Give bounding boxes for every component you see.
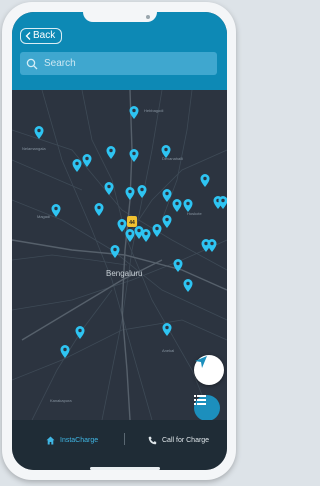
app-screen: Back Search Hebbagodi Nelamangala Devana… (12, 12, 227, 470)
place-label: Hoskote (187, 211, 202, 216)
pin-center-dot (165, 191, 169, 196)
search-input[interactable] (42, 57, 206, 70)
home-indicator (90, 467, 160, 470)
place-label: Anekal (162, 348, 174, 353)
phone-icon (148, 436, 157, 444)
charging-station-pin[interactable] (207, 239, 217, 252)
camera-dot (146, 15, 150, 19)
pin-center-dot (210, 241, 214, 246)
pin-center-dot (128, 231, 132, 236)
pin-center-dot (78, 328, 82, 333)
navigation-arrow-icon (195, 356, 207, 368)
tab-call-for-charge-label: Call for Charge (162, 436, 210, 444)
pin-center-dot (132, 108, 136, 113)
pin-center-dot (63, 347, 67, 352)
tab-insta-charge-label: InstaCharge (60, 436, 99, 444)
charging-station-pin[interactable] (183, 279, 193, 292)
charging-station-pin[interactable] (94, 203, 104, 216)
highway-shield: 44 (127, 216, 137, 227)
charging-station-pin[interactable] (34, 126, 44, 139)
list-icon (194, 395, 206, 405)
highway-shield-number: 44 (129, 220, 135, 226)
pin-center-dot (140, 187, 144, 192)
pin-center-dot (97, 205, 101, 210)
pin-center-dot (165, 325, 169, 330)
chevron-left-icon (25, 32, 31, 40)
place-label: Kanakapura (50, 398, 72, 403)
charging-station-pin[interactable] (137, 185, 147, 198)
phone-frame: Back Search Hebbagodi Nelamangala Devana… (2, 2, 236, 480)
tab-call-for-charge[interactable]: Call for Charge (148, 432, 209, 448)
charging-station-pin[interactable] (162, 215, 172, 228)
pin-center-dot (203, 176, 207, 181)
charging-station-pin[interactable] (117, 219, 127, 232)
pin-center-dot (165, 217, 169, 222)
pin-center-dot (155, 226, 159, 231)
back-button[interactable]: Back (20, 28, 63, 44)
pin-center-dot (221, 198, 225, 203)
charging-station-pin[interactable] (110, 245, 120, 258)
charging-station-pin[interactable] (104, 182, 114, 195)
tab-insta-charge[interactable]: InstaCharge (46, 432, 98, 448)
pin-center-dot (204, 241, 208, 246)
pin-center-dot (113, 247, 117, 252)
pin-center-dot (120, 221, 124, 226)
list-view-button[interactable] (194, 395, 220, 421)
charging-station-pin[interactable] (162, 323, 172, 336)
pin-center-dot (85, 156, 89, 161)
my-location-button[interactable] (194, 355, 224, 385)
pin-center-dot (109, 148, 113, 153)
pin-center-dot (128, 189, 132, 194)
charging-station-pin[interactable] (51, 204, 61, 217)
charging-station-pin[interactable] (218, 196, 228, 209)
pin-center-dot (75, 161, 79, 166)
charging-station-pin[interactable] (129, 149, 139, 162)
search-bar[interactable] (20, 52, 217, 75)
search-icon (26, 58, 38, 69)
pin-center-dot (186, 201, 190, 206)
home-icon (46, 436, 55, 444)
pin-center-dot (164, 147, 168, 152)
pin-center-dot (107, 184, 111, 189)
back-label: Back (33, 30, 56, 41)
pin-center-dot (186, 281, 190, 286)
pin-center-dot (54, 206, 58, 211)
city-label: Bengaluru (106, 269, 142, 278)
charging-station-pin[interactable] (82, 153, 92, 167)
charging-station-pin[interactable] (152, 223, 162, 237)
charging-station-pin[interactable] (162, 189, 172, 202)
charging-station-pin[interactable] (125, 187, 135, 200)
place-label: Magadi (37, 214, 50, 219)
charging-station-pin[interactable] (72, 159, 82, 172)
pin-center-dot (37, 128, 41, 133)
charging-station-pin[interactable] (106, 146, 116, 159)
place-label: Nelamangala (22, 146, 46, 151)
charging-station-pin[interactable] (60, 345, 70, 358)
place-label: Hebbagodi (144, 108, 163, 113)
charging-station-pin[interactable] (200, 174, 210, 187)
bottom-navigation: InstaCharge Call for Charge (12, 420, 227, 470)
charging-station-pin[interactable] (75, 325, 85, 339)
tab-divider (124, 433, 125, 445)
pin-center-dot (175, 201, 179, 206)
app-header: Back (12, 12, 227, 90)
map-view[interactable]: Hebbagodi Nelamangala Devanahalli Magadi… (12, 90, 228, 421)
pin-center-dot (176, 261, 180, 266)
charging-station-pin[interactable] (141, 229, 151, 242)
pin-center-dot (137, 228, 141, 233)
pin-center-dot (144, 231, 148, 236)
charging-station-pin[interactable] (172, 199, 182, 212)
pin-center-dot (132, 151, 136, 156)
